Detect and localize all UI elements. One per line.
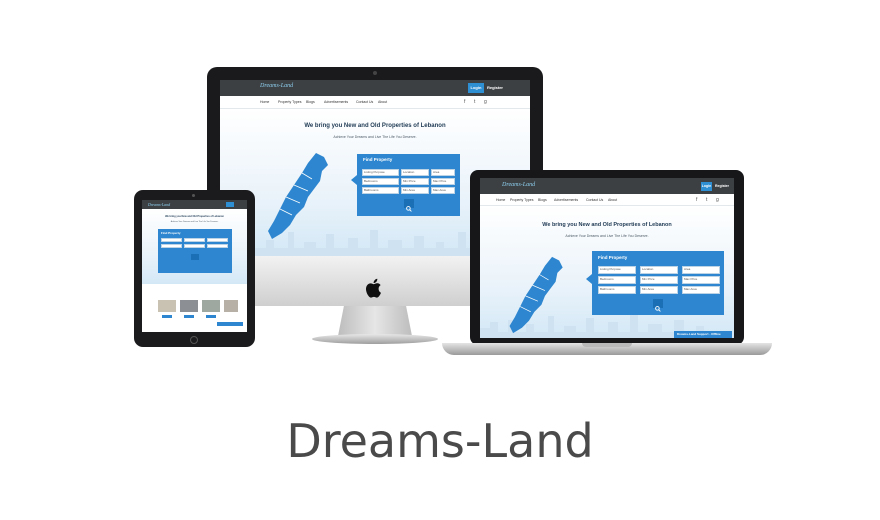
listing-thumb[interactable]: [158, 300, 176, 312]
location-select[interactable]: Location: [640, 266, 678, 274]
camera-icon: [373, 71, 377, 75]
hero-headline: We bring you New and Old Properties of L…: [304, 123, 446, 129]
site-topbar: Dreams-Land: [142, 200, 247, 209]
apple-logo-icon: [366, 278, 381, 298]
find-property-panel: Find Property Listing Purpose Location A…: [592, 251, 724, 315]
listing-button[interactable]: [184, 315, 194, 318]
max-area-select[interactable]: Max Area: [682, 286, 720, 294]
hero-headline: We bring you New and Old Properties of L…: [542, 222, 672, 228]
desktop-stand-neck: [338, 306, 412, 336]
facebook-icon[interactable]: f: [464, 99, 465, 105]
min-price-select[interactable]: Min Price: [640, 276, 678, 284]
find-property-title: Find Property: [363, 157, 393, 162]
register-button[interactable]: Register: [485, 83, 505, 93]
site-brand[interactable]: Dreams-Land: [502, 182, 535, 188]
hero-subline: Achieve Your Dreams and Live The Life Yo…: [565, 234, 649, 238]
area-select[interactable]: Area: [431, 169, 455, 176]
site-topbar: Dreams-Land Login Register: [480, 178, 734, 194]
twitter-icon[interactable]: t: [706, 197, 707, 203]
site-navbar: Home Property Types Blogs Advertisements…: [220, 96, 530, 109]
product-title: Dreams-Land: [286, 414, 594, 468]
search-button[interactable]: [404, 199, 414, 212]
bedrooms-select[interactable]: Bedrooms: [598, 276, 636, 284]
site-brand[interactable]: Dreams-Land: [260, 83, 293, 89]
site-navbar: Home Property Types Blogs Advertisements…: [480, 194, 734, 206]
support-chat-tab[interactable]: [217, 322, 243, 326]
listing-button[interactable]: [162, 315, 172, 318]
max-area-select[interactable]: Max Area: [431, 187, 455, 194]
search-icon: [655, 306, 661, 312]
login-button[interactable]: Login: [468, 83, 484, 93]
search-icon: [406, 206, 412, 212]
nav-item-about[interactable]: About: [608, 198, 617, 202]
listing-purpose-select[interactable]: [161, 238, 182, 242]
laptop-screen: Dreams-Land Login Register Home Property…: [480, 178, 734, 338]
listing-button[interactable]: [206, 315, 216, 318]
camera-icon: [192, 194, 195, 197]
listing-thumb[interactable]: [180, 300, 198, 312]
listing-thumb[interactable]: [202, 300, 220, 312]
login-button[interactable]: [226, 202, 234, 207]
site-hero: We bring you New and Old Properties of L…: [480, 206, 734, 338]
min-area-select[interactable]: Min Area: [640, 286, 678, 294]
hero-subline: Achieve Your Dreams and Live The Life Yo…: [170, 221, 219, 223]
bedrooms-select[interactable]: [161, 244, 182, 248]
nav-item-contact-us[interactable]: Contact Us: [356, 100, 373, 104]
nav-item-property-types[interactable]: Property Types: [510, 198, 533, 202]
hero-headline: We bring you New and Old Properties of L…: [165, 215, 224, 218]
support-chat-tab[interactable]: Dreams-Land Support - Offline: [674, 331, 732, 338]
bedrooms-select[interactable]: Bedrooms: [362, 178, 399, 185]
bathrooms-select[interactable]: Bathrooms: [598, 286, 636, 294]
area-select[interactable]: Area: [682, 266, 720, 274]
twitter-icon[interactable]: t: [474, 99, 475, 105]
location-select[interactable]: [184, 238, 205, 242]
google-plus-icon[interactable]: g: [484, 99, 487, 105]
register-button[interactable]: Register: [713, 182, 731, 191]
nav-item-home[interactable]: Home: [260, 100, 269, 104]
google-plus-icon[interactable]: g: [716, 197, 719, 203]
site-topbar: Dreams-Land Login Register: [220, 80, 530, 96]
min-price-select[interactable]: [184, 244, 205, 248]
min-area-select[interactable]: Min Area: [401, 187, 429, 194]
min-price-select[interactable]: Min Price: [401, 178, 429, 185]
desktop-stand-base: [312, 334, 438, 344]
listing-purpose-select[interactable]: Listing Purpose: [362, 169, 399, 176]
laptop-hinge-notch: [582, 343, 632, 347]
max-price-select[interactable]: Max Price: [682, 276, 720, 284]
nav-item-advertisements[interactable]: Advertisements: [324, 100, 348, 104]
hero-subline: Achieve Your Dreams and Live The Life Yo…: [333, 135, 417, 139]
nav-item-property-types[interactable]: Property Types: [278, 100, 301, 104]
nav-item-blogs[interactable]: Blogs: [306, 100, 315, 104]
max-price-select[interactable]: Max Price: [431, 178, 455, 185]
search-button[interactable]: [191, 254, 199, 260]
bathrooms-select[interactable]: Bathrooms: [362, 187, 399, 194]
site-brand[interactable]: Dreams-Land: [148, 202, 170, 207]
find-property-title: Find Property: [598, 255, 628, 260]
nav-item-advertisements[interactable]: Advertisements: [554, 198, 578, 202]
find-property-panel: Find Property: [158, 229, 232, 273]
site-hero: We bring you New and Old Properties of L…: [142, 209, 247, 284]
listing-thumb[interactable]: [224, 300, 238, 312]
find-property-panel: Find Property Listing Purpose Location A…: [357, 154, 460, 216]
lebanon-map: [509, 256, 563, 334]
nav-item-contact-us[interactable]: Contact Us: [586, 198, 603, 202]
facebook-icon[interactable]: f: [696, 197, 697, 203]
find-property-title: Find Property: [161, 231, 181, 235]
property-listings-strip: [146, 286, 243, 326]
max-price-select[interactable]: [207, 244, 228, 248]
search-button[interactable]: [653, 299, 663, 312]
location-select[interactable]: Location: [401, 169, 429, 176]
nav-item-home[interactable]: Home: [496, 198, 505, 202]
lebanon-map: [268, 153, 328, 239]
nav-item-about[interactable]: About: [378, 100, 387, 104]
showcase-stage: Dreams-Land Login Register Home Property…: [0, 0, 880, 520]
home-button-icon: [190, 336, 198, 344]
area-select[interactable]: [207, 238, 228, 242]
login-button[interactable]: Login: [701, 182, 712, 191]
nav-item-blogs[interactable]: Blogs: [538, 198, 547, 202]
tablet-screen: Dreams-Land We bring you New and Old Pro…: [142, 200, 247, 332]
listing-purpose-select[interactable]: Listing Purpose: [598, 266, 636, 274]
